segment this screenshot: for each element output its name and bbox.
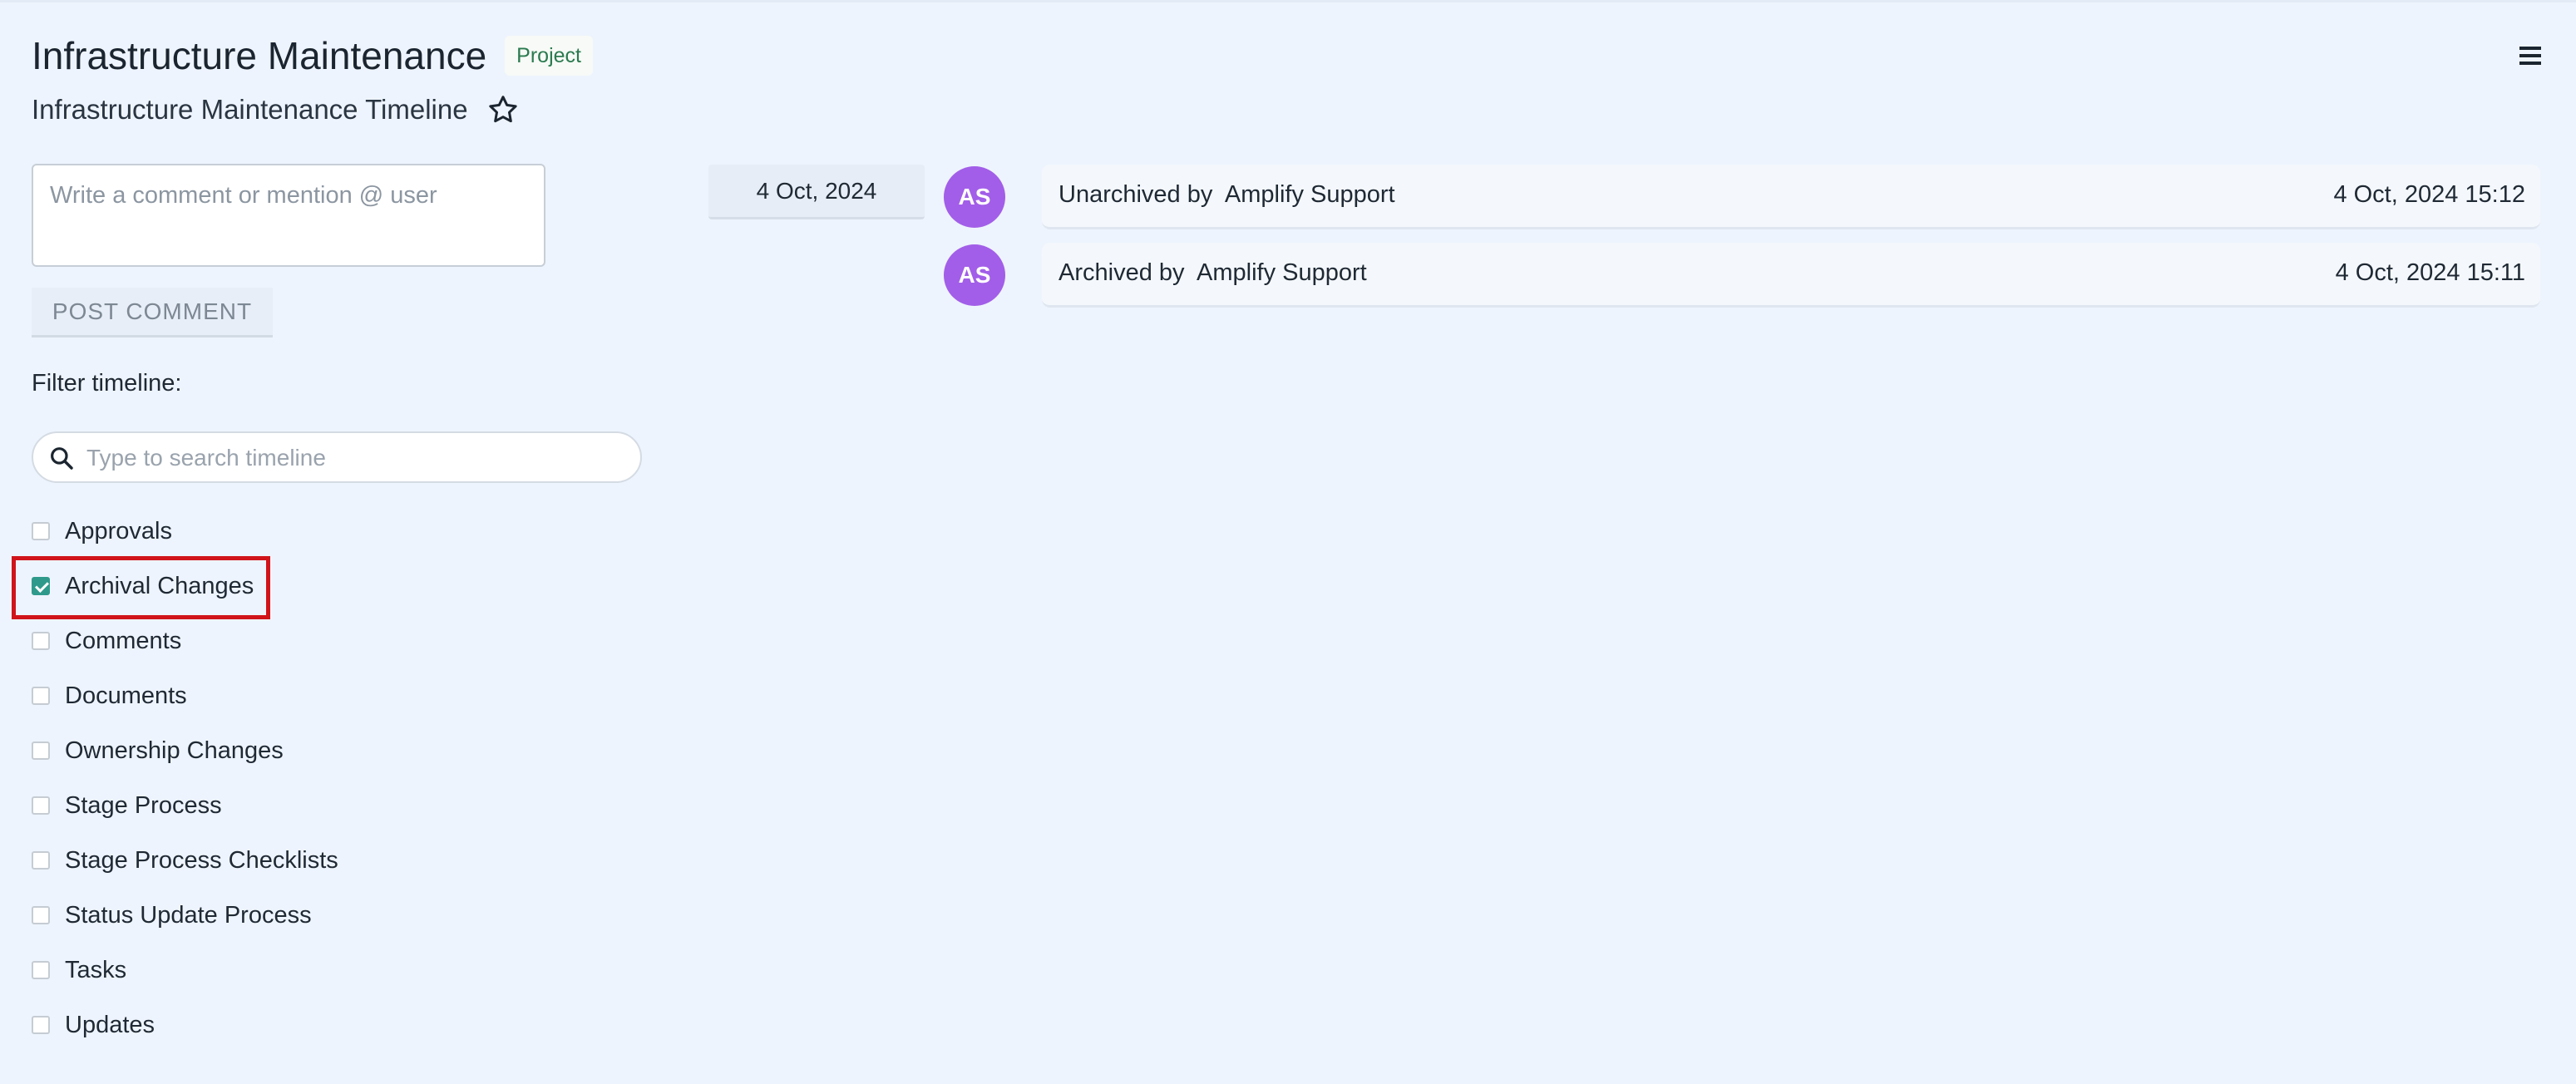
star-icon[interactable] (486, 93, 520, 126)
documents-checkbox[interactable] (32, 687, 50, 705)
filter-label-documents: Documents (65, 682, 187, 709)
comment-input[interactable] (32, 164, 545, 267)
entry-text: Archived by Amplify Support (1059, 259, 1367, 286)
filter-approvals[interactable]: Approvals (32, 504, 464, 559)
approvals-checkbox[interactable] (32, 522, 50, 540)
filter-ownership-changes[interactable]: Ownership Changes (32, 723, 464, 778)
filter-comments[interactable]: Comments (32, 613, 464, 668)
filter-label-stage-process: Stage Process (65, 791, 222, 819)
top-divider (0, 0, 2576, 2)
subtitle-row: Infrastructure Maintenance Timeline (32, 86, 520, 133)
archival-changes-checkbox[interactable] (32, 577, 50, 595)
filter-label-tasks: Tasks (65, 956, 127, 983)
timeline-search (32, 431, 642, 483)
timeline-entry: AS Unarchived by Amplify Support 4 Oct, … (944, 165, 2540, 229)
status-update-process-checkbox[interactable] (32, 906, 50, 924)
filter-updates[interactable]: Updates (32, 998, 464, 1052)
project-badge: Project (505, 36, 593, 76)
filter-label-stage-process-checklists: Stage Process Checklists (65, 846, 338, 874)
timeline-entry-card: Unarchived by Amplify Support 4 Oct, 202… (1042, 165, 2540, 229)
page-header: Infrastructure Maintenance Project Infra… (32, 30, 2544, 130)
filter-label-status-update-process: Status Update Process (65, 901, 312, 929)
post-comment-button[interactable]: POST COMMENT (32, 288, 273, 338)
filter-label-archival-changes: Archival Changes (65, 572, 254, 599)
stage-process-checkbox[interactable] (32, 796, 50, 815)
filter-archival-changes[interactable]: Archival Changes (32, 559, 464, 613)
filter-tasks[interactable]: Tasks (32, 943, 464, 998)
title-row: Infrastructure Maintenance Project (32, 30, 593, 81)
menu-icon[interactable] (2516, 42, 2544, 70)
filter-label-approvals: Approvals (65, 517, 172, 544)
filter-stage-process-checklists[interactable]: Stage Process Checklists (32, 833, 464, 888)
comments-checkbox[interactable] (32, 632, 50, 650)
timeline-entry-card: Archived by Amplify Support 4 Oct, 2024 … (1042, 243, 2540, 308)
filter-documents[interactable]: Documents (32, 668, 464, 723)
filter-stage-process[interactable]: Stage Process (32, 778, 464, 833)
page-title: Infrastructure Maintenance (32, 34, 487, 77)
filter-label-ownership-changes: Ownership Changes (65, 737, 284, 764)
stage-process-checklists-checkbox[interactable] (32, 851, 50, 870)
filter-label-updates: Updates (65, 1011, 155, 1038)
ownership-changes-checkbox[interactable] (32, 742, 50, 760)
entry-text: Unarchived by Amplify Support (1059, 181, 1395, 208)
timeline-search-input[interactable] (85, 440, 620, 476)
search-icon (51, 447, 73, 470)
timeline-entry: AS Archived by Amplify Support 4 Oct, 20… (944, 243, 2540, 308)
updates-checkbox[interactable] (32, 1016, 50, 1034)
avatar[interactable]: AS (944, 166, 1005, 228)
entry-timestamp: 4 Oct, 2024 15:11 (2335, 259, 2525, 286)
tasks-checkbox[interactable] (32, 961, 50, 979)
entry-timestamp: 4 Oct, 2024 15:12 (2333, 181, 2525, 208)
filter-status-update-process[interactable]: Status Update Process (32, 888, 464, 943)
filter-label: Filter timeline: (32, 370, 182, 397)
filter-label-comments: Comments (65, 627, 182, 654)
avatar[interactable]: AS (944, 244, 1005, 306)
timeline-date-chip: 4 Oct, 2024 (708, 165, 925, 219)
page-subtitle: Infrastructure Maintenance Timeline (32, 94, 468, 125)
